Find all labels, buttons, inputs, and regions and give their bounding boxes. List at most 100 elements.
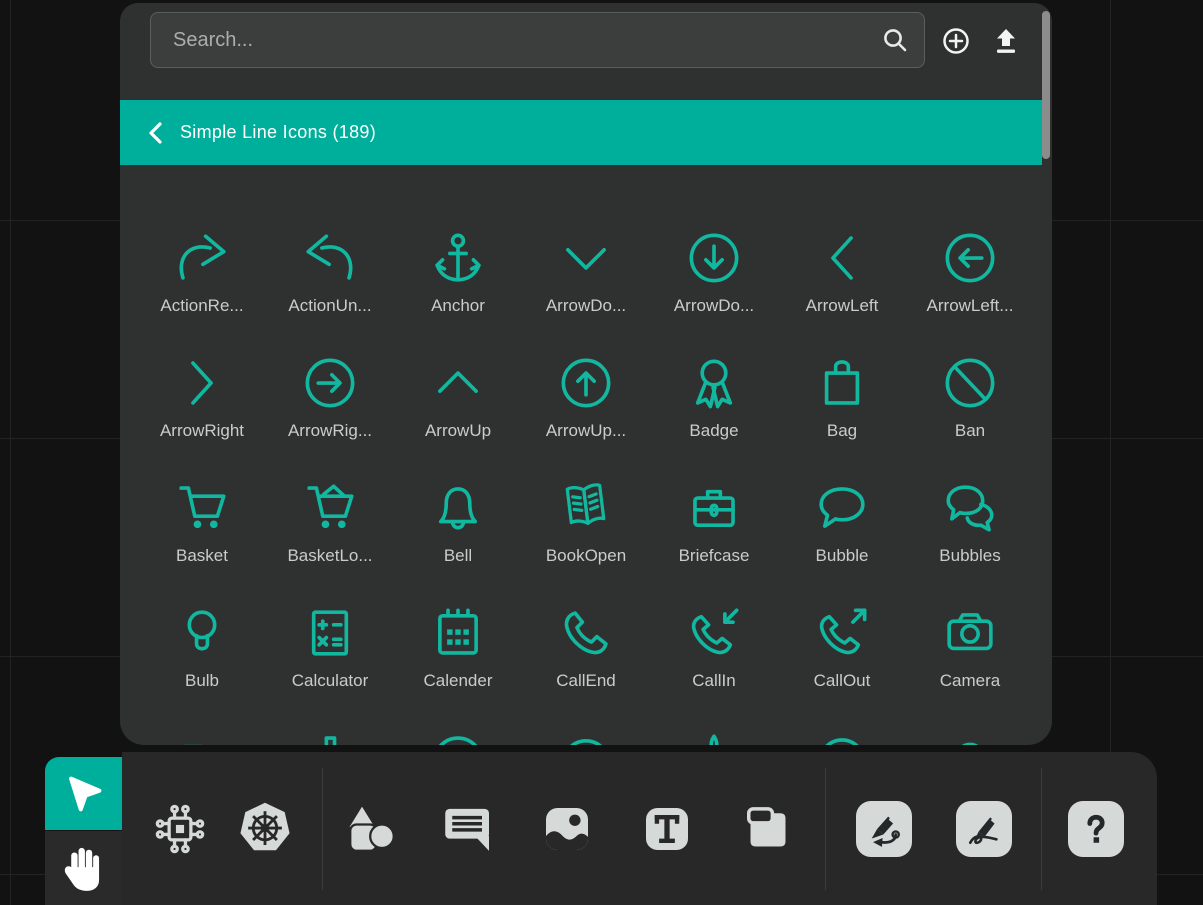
icon-item-book-open[interactable]: BookOpen <box>522 472 650 576</box>
icon-item-arrow-left[interactable]: ArrowLeft <box>778 222 906 326</box>
icon-item-basket-loaded[interactable]: BasketLo... <box>266 472 394 576</box>
note-tool-button[interactable] <box>728 752 808 905</box>
canvas-grid-line <box>10 0 11 905</box>
bulb-icon <box>173 604 231 662</box>
anchor-icon <box>429 229 487 287</box>
icon-item-arrow-up-circle[interactable]: ArrowUp... <box>522 347 650 451</box>
icon-grid-row-partial <box>138 722 1034 745</box>
bubble-icon <box>813 479 871 537</box>
icon-item-badge[interactable]: Badge <box>650 347 778 451</box>
partial-icon <box>941 729 999 745</box>
bubbles-icon <box>941 479 999 537</box>
icon-item-partial[interactable] <box>906 722 1034 745</box>
icon-item-partial[interactable] <box>266 722 394 745</box>
help-button[interactable] <box>1056 752 1136 905</box>
arrow-up-circle-icon <box>557 354 615 412</box>
icon-item-call-in[interactable]: CallIn <box>650 597 778 701</box>
add-circle-icon <box>941 26 971 56</box>
icon-item-call-out[interactable]: CallOut <box>778 597 906 701</box>
icon-item-arrow-right[interactable]: ArrowRight <box>138 347 266 451</box>
briefcase-icon <box>685 479 743 537</box>
icon-item-call-end[interactable]: CallEnd <box>522 597 650 701</box>
partial-icon <box>557 729 615 745</box>
call-in-icon <box>685 604 743 662</box>
icon-item-partial[interactable] <box>650 722 778 745</box>
icon-item-partial[interactable] <box>522 722 650 745</box>
kubernetes-tool-button[interactable] <box>225 752 305 905</box>
freehand-pen-tool-button[interactable] <box>944 752 1024 905</box>
icon-item-action-redo[interactable]: ActionRe... <box>138 222 266 326</box>
icon-grid-row: ActionRe... ActionUn... Anchor ArrowDo..… <box>138 222 1034 326</box>
shapes-tool-button[interactable] <box>332 752 412 905</box>
arrow-down-circle-icon <box>685 229 743 287</box>
icon-item-bubbles[interactable]: Bubbles <box>906 472 1034 576</box>
icon-item-bag[interactable]: Bag <box>778 347 906 451</box>
partial-icon <box>173 729 231 745</box>
connector-pen-tool-button[interactable] <box>844 752 924 905</box>
basket-loaded-icon <box>301 479 359 537</box>
panel-scrollbar[interactable] <box>1042 11 1050 159</box>
badge-icon <box>685 354 743 412</box>
icon-item-briefcase[interactable]: Briefcase <box>650 472 778 576</box>
image-tool-button[interactable] <box>527 752 607 905</box>
back-button[interactable] <box>146 121 164 145</box>
arrow-down-icon <box>557 229 615 287</box>
partial-icon <box>429 729 487 745</box>
isometric-node-tool-button[interactable] <box>140 752 220 905</box>
upload-icon <box>991 26 1021 56</box>
category-header[interactable]: Simple Line Icons (189) <box>120 100 1042 165</box>
upload-icon-set-button[interactable] <box>990 25 1022 57</box>
arrow-up-icon <box>429 354 487 412</box>
partial-icon <box>685 729 743 745</box>
kubernetes-icon <box>235 799 295 859</box>
help-icon <box>1068 801 1124 857</box>
icon-item-partial[interactable] <box>394 722 522 745</box>
bag-icon <box>813 354 871 412</box>
icon-item-camera[interactable]: Camera <box>906 597 1034 701</box>
comment-tool-button[interactable] <box>428 752 508 905</box>
action-redo-icon <box>173 229 231 287</box>
note-icon <box>740 801 796 857</box>
icon-grid-row: Bulb Calculator Calender CallEnd CallI <box>138 597 1034 701</box>
pan-tool-button[interactable] <box>45 831 122 905</box>
icon-item-arrow-left-circle[interactable]: ArrowLeft... <box>906 222 1034 326</box>
icon-item-anchor[interactable]: Anchor <box>394 222 522 326</box>
hand-icon <box>63 844 105 892</box>
action-undo-icon <box>301 229 359 287</box>
icon-item-calculator[interactable]: Calculator <box>266 597 394 701</box>
bottom-toolbar <box>122 752 1157 905</box>
arrow-right-circle-icon <box>301 354 359 412</box>
basket-icon <box>173 479 231 537</box>
arrow-left-circle-icon <box>941 229 999 287</box>
text-icon <box>639 801 695 857</box>
search-input[interactable] <box>151 29 882 52</box>
icon-item-bulb[interactable]: Bulb <box>138 597 266 701</box>
icon-item-basket[interactable]: Basket <box>138 472 266 576</box>
image-icon <box>539 801 595 857</box>
category-title: Simple Line Icons (189) <box>180 122 376 143</box>
icon-item-arrow-down[interactable]: ArrowDo... <box>522 222 650 326</box>
icon-item-bubble[interactable]: Bubble <box>778 472 906 576</box>
camera-icon <box>941 604 999 662</box>
icon-item-action-undo[interactable]: ActionUn... <box>266 222 394 326</box>
icon-item-arrow-up[interactable]: ArrowUp <box>394 347 522 451</box>
icon-item-calender[interactable]: Calender <box>394 597 522 701</box>
freehand-pen-icon <box>956 801 1012 857</box>
comment-icon <box>440 801 496 857</box>
icon-item-arrow-right-circle[interactable]: ArrowRig... <box>266 347 394 451</box>
toolbar-separator <box>825 768 826 890</box>
text-tool-button[interactable] <box>627 752 707 905</box>
icon-item-partial[interactable] <box>778 722 906 745</box>
connector-pen-icon <box>856 801 912 857</box>
icon-item-ban[interactable]: Ban <box>906 347 1034 451</box>
search-box <box>150 12 925 68</box>
icon-item-partial[interactable] <box>138 722 266 745</box>
calender-icon <box>429 604 487 662</box>
arrow-left-icon <box>813 229 871 287</box>
isometric-node-icon <box>151 800 209 858</box>
select-tool-button[interactable] <box>45 757 122 830</box>
add-icon-set-button[interactable] <box>940 25 972 57</box>
icon-item-bell[interactable]: Bell <box>394 472 522 576</box>
bell-icon <box>429 479 487 537</box>
icon-item-arrow-down-circle[interactable]: ArrowDo... <box>650 222 778 326</box>
